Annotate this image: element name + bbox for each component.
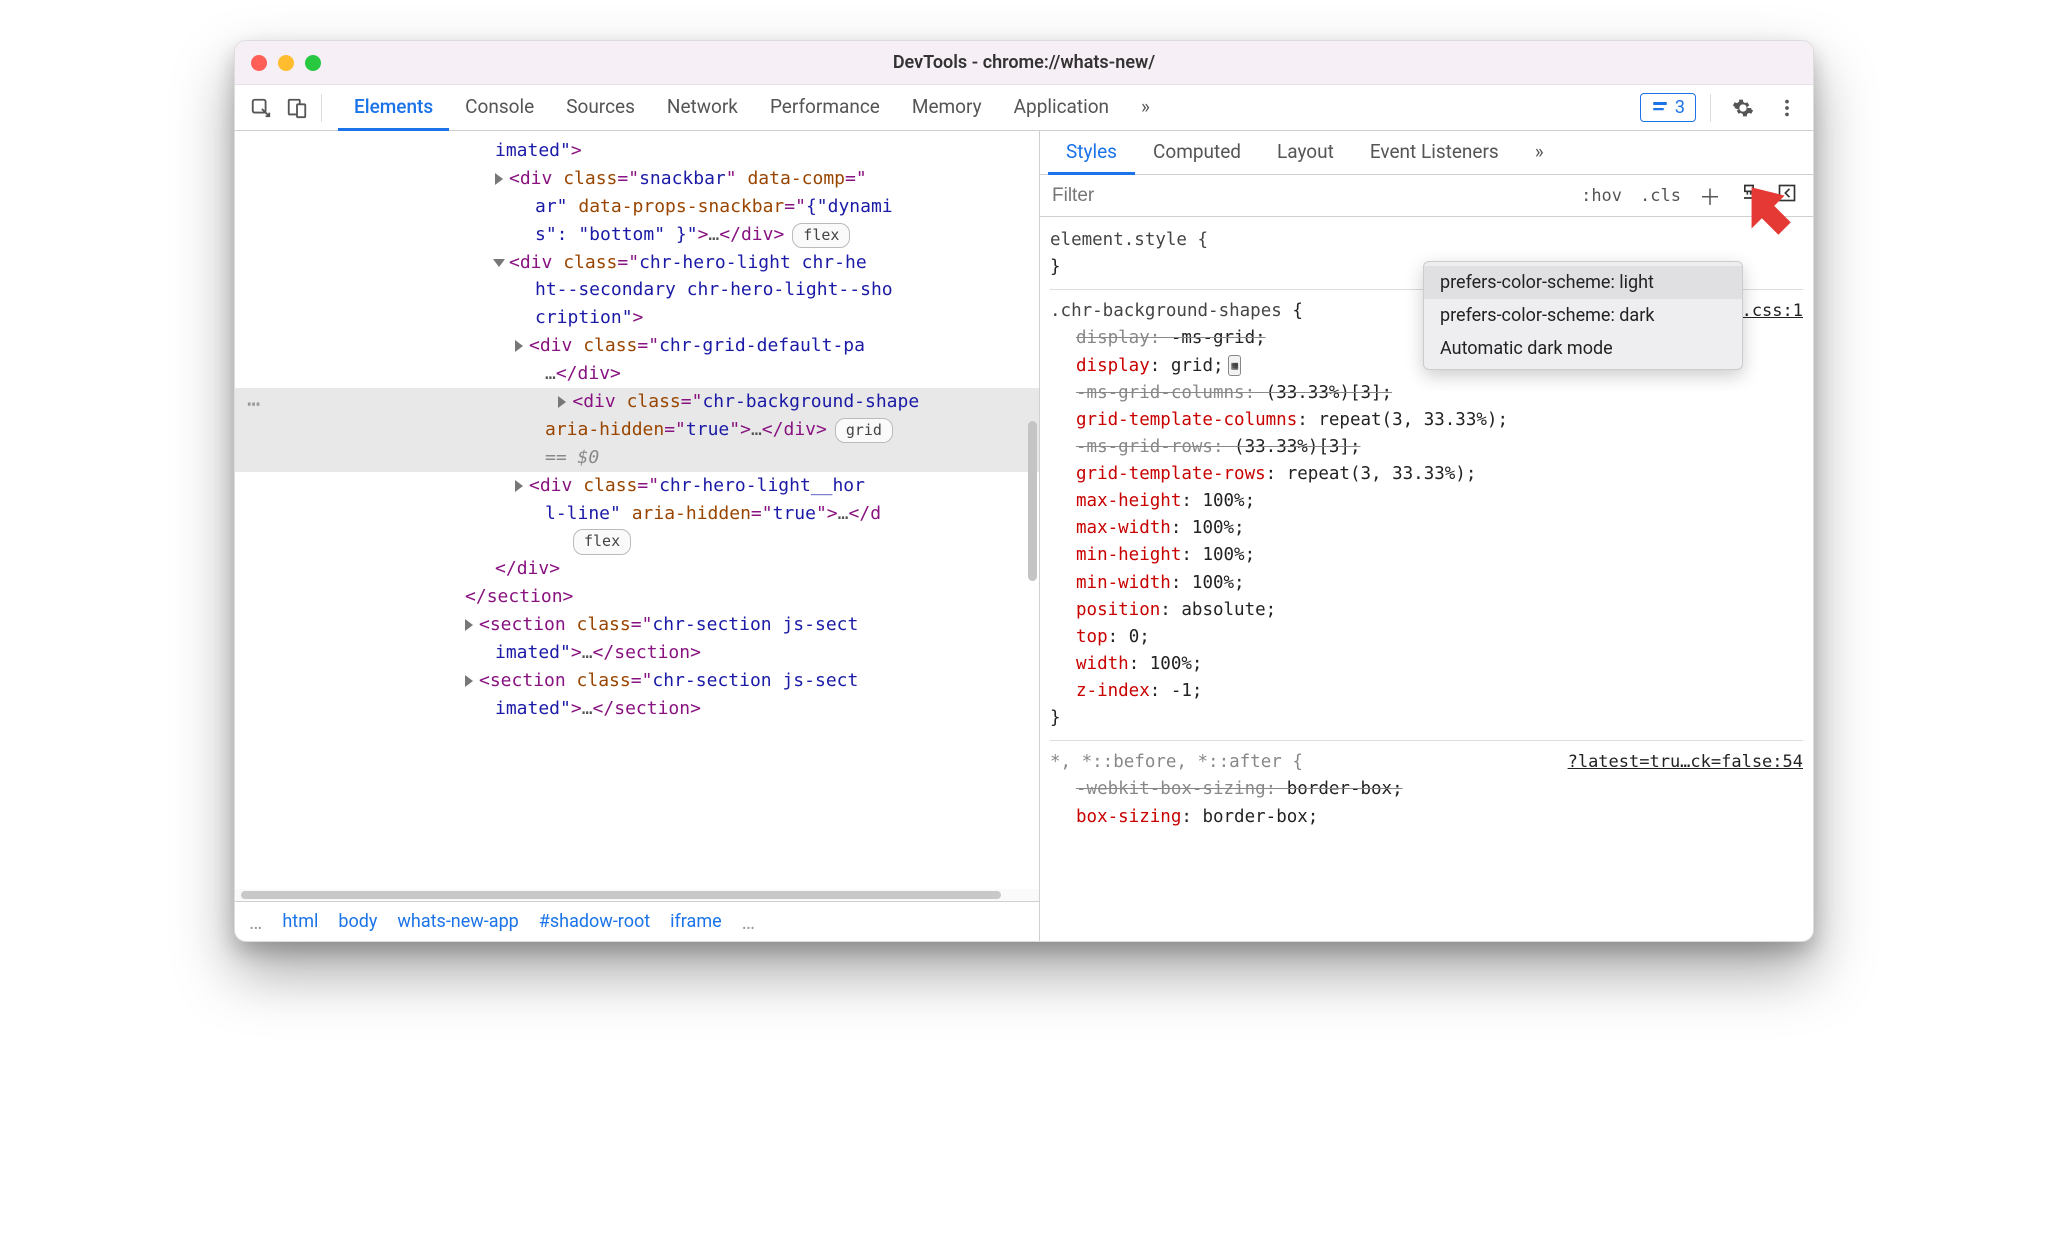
grid-badge[interactable]: grid [835,418,893,443]
tab-elements[interactable]: Elements [338,85,449,131]
tab-network[interactable]: Network [651,85,754,131]
selected-dom-node[interactable]: ⋯ <div class="chr-background-shape [235,388,1039,416]
breadcrumb-overflow-left[interactable]: … [249,910,262,934]
tab-memory[interactable]: Memory [896,85,998,131]
content-area: imated"> <div class="snackbar" data-comp… [235,131,1813,941]
popup-item-auto-dark[interactable]: Automatic dark mode [1424,332,1742,365]
tab-console[interactable]: Console [449,85,550,131]
new-style-rule-icon[interactable]: ＋ [1693,177,1727,215]
source-link[interactable]: ?latest=tru…ck=false:54 [1568,749,1803,775]
main-toolbar: Elements Console Sources Network Perform… [235,85,1813,131]
tabs-overflow-icon[interactable]: » [1125,85,1166,131]
subtab-event-listeners[interactable]: Event Listeners [1352,131,1517,175]
computed-sidebar-toggle-icon[interactable] [1771,180,1803,211]
breadcrumb-overflow-right[interactable]: … [742,910,755,934]
close-window-button[interactable] [251,55,267,71]
window-title: DevTools - chrome://whats-new/ [235,52,1813,73]
cls-toggle[interactable]: .cls [1634,183,1687,209]
dom-tree[interactable]: imated"> <div class="snackbar" data-comp… [235,131,1039,889]
main-tabs: Elements Console Sources Network Perform… [338,85,1166,131]
styles-toolbar: :hov .cls ＋ [1040,175,1813,217]
breadcrumb: … html body whats-new-app #shadow-root i… [235,901,1039,941]
issues-icon [1651,99,1669,117]
subtabs-overflow-icon[interactable]: » [1517,131,1562,175]
styles-panel: Styles Computed Layout Event Listeners »… [1040,131,1813,941]
popup-item-light[interactable]: prefers-color-scheme: light [1424,266,1742,299]
breadcrumb-item[interactable]: #shadow-root [539,911,650,932]
subtab-layout[interactable]: Layout [1259,131,1352,175]
breadcrumb-item[interactable]: html [282,911,318,932]
inspect-element-icon[interactable] [243,90,279,126]
flex-badge[interactable]: flex [573,529,631,554]
grid-editor-icon[interactable]: ▦ [1228,355,1242,376]
styles-filter-input[interactable] [1050,181,1569,211]
issues-badge[interactable]: 3 [1640,93,1696,122]
elements-panel: imated"> <div class="snackbar" data-comp… [235,131,1040,941]
rendering-emulation-popup: prefers-color-scheme: light prefers-colo… [1423,261,1743,370]
styles-subtabs: Styles Computed Layout Event Listeners » [1040,131,1813,175]
tab-application[interactable]: Application [998,85,1125,131]
separator [1710,94,1711,122]
kebab-menu-icon[interactable] [1769,90,1805,126]
vertical-scrollbar[interactable] [1028,421,1037,581]
separator [321,94,322,122]
device-toolbar-icon[interactable] [279,90,315,126]
popup-item-dark[interactable]: prefers-color-scheme: dark [1424,299,1742,332]
rendering-emulation-icon[interactable] [1733,180,1765,211]
css-rule[interactable]: *, *::before, *::after {?latest=tru…ck=f… [1050,745,1803,838]
window-controls [251,55,321,71]
breadcrumb-item[interactable]: whats-new-app [397,911,518,932]
maximize-window-button[interactable] [305,55,321,71]
subtab-styles[interactable]: Styles [1048,131,1135,175]
issues-count: 3 [1675,97,1685,118]
devtools-window: DevTools - chrome://whats-new/ Elements … [234,40,1814,942]
hov-toggle[interactable]: :hov [1575,183,1628,209]
minimize-window-button[interactable] [278,55,294,71]
ellipsis-icon[interactable]: ⋯ [247,388,261,422]
horizontal-scrollbar[interactable] [235,889,1039,901]
subtab-computed[interactable]: Computed [1135,131,1259,175]
tab-performance[interactable]: Performance [754,85,896,131]
breadcrumb-item[interactable]: body [338,911,377,932]
breadcrumb-item[interactable]: iframe [670,911,722,932]
titlebar: DevTools - chrome://whats-new/ [235,41,1813,85]
tab-sources[interactable]: Sources [550,85,651,131]
settings-icon[interactable] [1725,90,1761,126]
flex-badge[interactable]: flex [792,223,850,248]
